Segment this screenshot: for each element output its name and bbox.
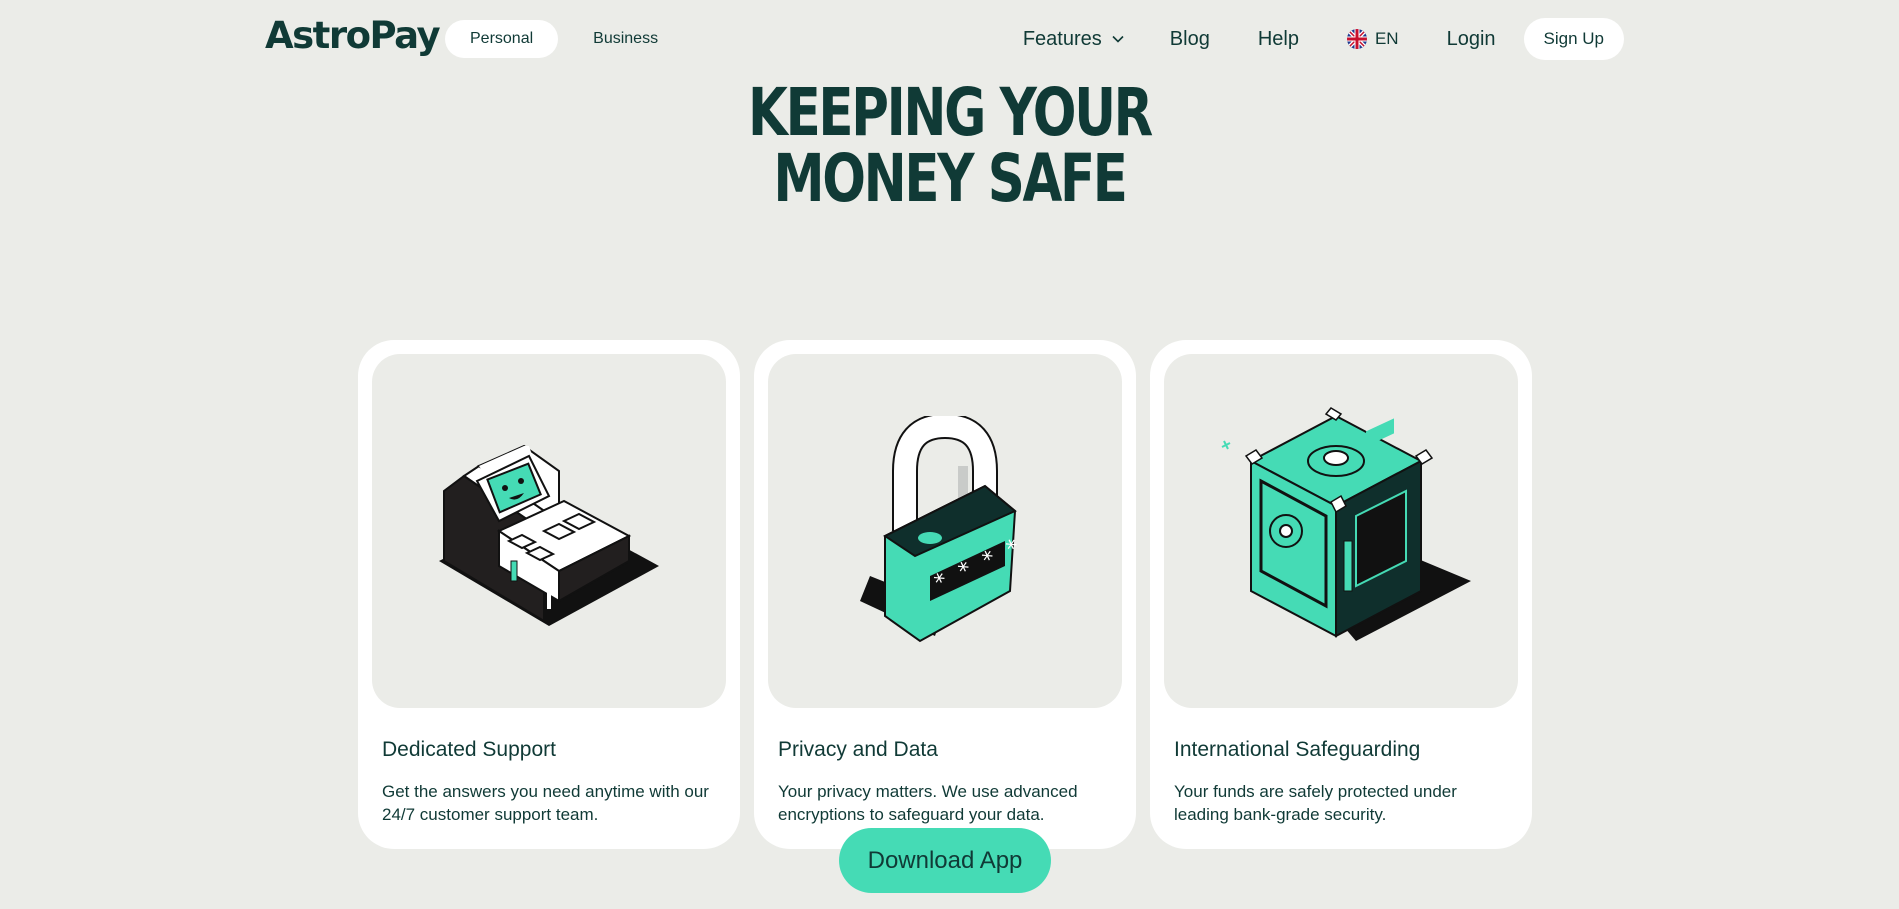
page-headline: KEEPING YOUR MONEY SAFE [209, 80, 1690, 212]
login-link[interactable]: Login [1447, 28, 1496, 51]
card-illustration [372, 354, 726, 708]
help-link[interactable]: Help [1258, 28, 1299, 51]
headline-line-1: KEEPING YOUR [748, 74, 1153, 151]
card-illustration: * * * * [768, 354, 1122, 708]
language-selector[interactable]: EN [1346, 29, 1399, 49]
card-international-safeguarding: International Safeguarding Your funds ar… [1150, 340, 1532, 849]
card-title: Privacy and Data [778, 738, 938, 761]
headline-line-2: MONEY SAFE [773, 140, 1128, 217]
support-terminal-icon [439, 444, 659, 626]
card-description: Your privacy matters. We use advanced en… [778, 782, 1078, 824]
card-title: International Safeguarding [1174, 738, 1421, 761]
feature-cards: Dedicated Support Get the answers you ne… [358, 340, 1532, 849]
tab-personal[interactable]: Personal [445, 20, 559, 58]
safe-box-icon [1221, 407, 1471, 641]
card-dedicated-support: Dedicated Support Get the answers you ne… [358, 340, 740, 849]
features-label: Features [1022, 27, 1102, 50]
uk-flag-icon [1346, 29, 1367, 49]
padlock-icon: * * * * [860, 416, 1025, 643]
card-privacy-data: * * * * Privacy and Data Your privacy ma… [754, 340, 1136, 849]
language-label: EN [1374, 29, 1399, 48]
chevron-down-icon [1112, 35, 1124, 43]
card-description: Your funds are safely protected under le… [1174, 782, 1457, 824]
blog-link[interactable]: Blog [1170, 28, 1210, 51]
card-description: Get the answers you need anytime with ou… [382, 782, 709, 824]
account-type-switch: Personal Business [445, 20, 683, 58]
features-menu[interactable]: Features [1023, 28, 1125, 51]
nav-links: Features Blog Help EN Login Sign Up [1023, 18, 1624, 60]
signup-button[interactable]: Sign Up [1523, 18, 1624, 60]
astropay-logo[interactable]: AstroPay [265, 14, 441, 57]
card-illustration [1164, 354, 1518, 708]
top-navigation: AstroPay Personal Business Features Blog… [0, 0, 1899, 78]
download-app-button[interactable]: Download App [839, 828, 1051, 893]
card-title: Dedicated Support [382, 738, 556, 761]
tab-business[interactable]: Business [568, 20, 683, 58]
